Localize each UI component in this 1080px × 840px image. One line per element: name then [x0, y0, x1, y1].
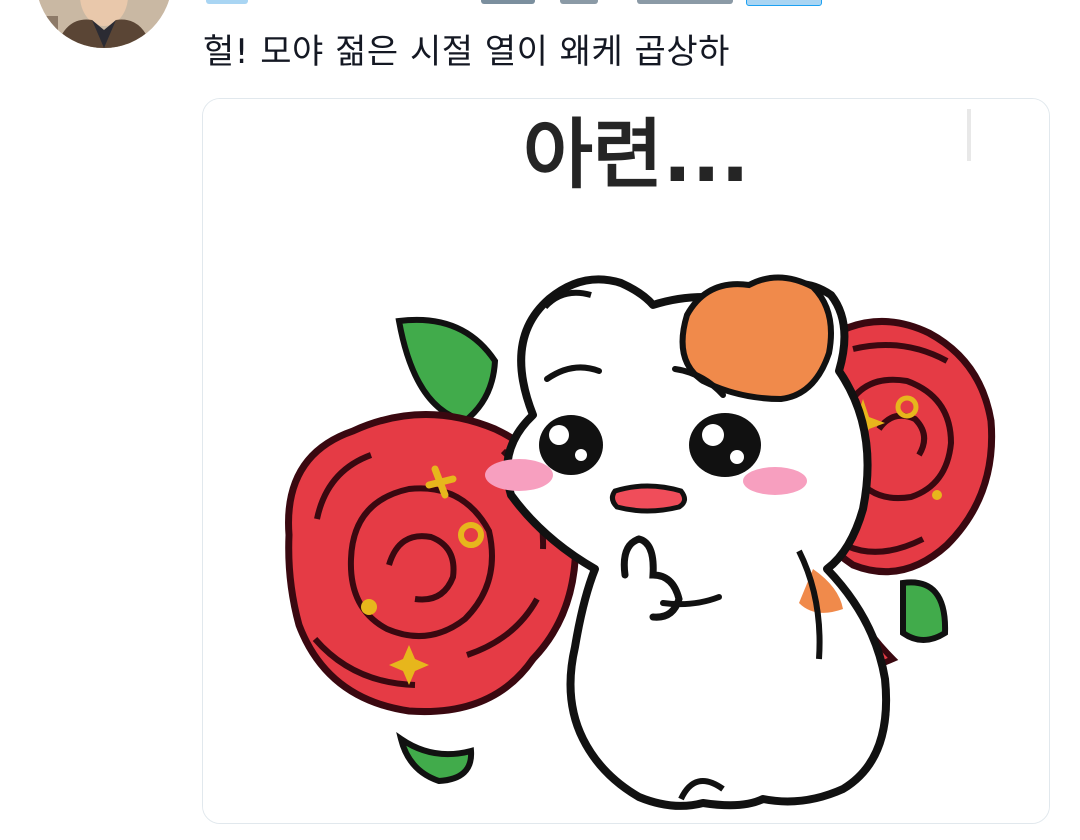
- tweet-header-cropped: [200, 0, 880, 10]
- header-fragment: [560, 0, 599, 4]
- avatar-photo-icon: [36, 0, 172, 48]
- header-fragment: [746, 0, 823, 6]
- header-fragment: [481, 0, 536, 4]
- tweet-media-card[interactable]: 아련...: [202, 98, 1050, 824]
- profile-avatar[interactable]: [36, 0, 172, 48]
- tweet-text: 헐! 모야 젊은 시절 열이 왜케 곱상하: [203, 32, 730, 72]
- hamster-with-roses-sticker-icon: 아련...: [203, 99, 1049, 823]
- sticker-caption: 아련...: [523, 110, 749, 199]
- header-fragment: [206, 0, 248, 4]
- header-fragment: [637, 0, 734, 4]
- tweet: 헐! 모야 젊은 시절 열이 왜케 곱상하 아련...: [0, 0, 1080, 840]
